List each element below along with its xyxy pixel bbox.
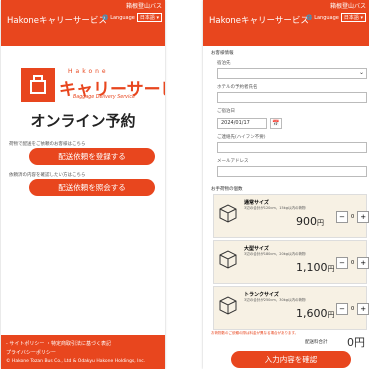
- globe-icon: 🌐: [305, 14, 313, 21]
- size-card-trunk: トランクサイズ 3辺の合計が250cm、30kg以内の荷物 1,600円 − 0…: [213, 286, 369, 330]
- quantity-stepper[interactable]: − 0 +: [336, 257, 369, 269]
- phone-field[interactable]: [217, 142, 367, 153]
- language-select[interactable]: 日本語 ▾: [136, 13, 162, 22]
- confirm-input-button[interactable]: 入力内容を確認: [231, 351, 351, 368]
- notice-text: お荷物数のご依頼の際は料金が異なる場合があります。: [211, 331, 299, 335]
- plus-button[interactable]: +: [357, 257, 369, 269]
- service-logo: Hakone キャリーサービス Baggage Delivery Service: [21, 68, 165, 102]
- site-title[interactable]: Hakoneキャリーサービス: [7, 14, 107, 26]
- language-selector[interactable]: 🌐 Language 日本語 ▾: [102, 13, 162, 22]
- email-label: メールアドレス: [217, 159, 249, 164]
- page-title: オンライン予約: [30, 112, 136, 130]
- size-price: 1,100円: [296, 261, 335, 274]
- size-name: 通常サイズ: [244, 200, 269, 206]
- customer-info-heading: お客様情報: [211, 51, 234, 56]
- box-icon: [219, 204, 237, 223]
- operator-label: 箱根登山バス: [125, 3, 162, 10]
- logo-subtitle: Baggage Delivery Service: [73, 95, 135, 100]
- total-value: 0円: [347, 336, 365, 349]
- privacy-policy-link[interactable]: プライバシーポリシー: [6, 349, 56, 356]
- total-label: 配送料合計: [305, 340, 328, 345]
- reserver-name-field[interactable]: [217, 92, 367, 103]
- order-form-screen: 箱根登山バス Hakoneキャリーサービス 🌐 Language 日本語 ▾ お…: [203, 0, 369, 369]
- top-page-screen: 箱根登山バス Hakoneキャリーサービス 🌐 Language 日本語 ▾ H…: [1, 0, 165, 369]
- minus-button[interactable]: −: [336, 257, 348, 269]
- stay-date-field[interactable]: 2024/01/17: [217, 118, 267, 129]
- size-spec: 3辺の合計が120cm、15kg以内の荷物: [244, 206, 306, 210]
- globe-icon: 🌐: [101, 14, 109, 21]
- quantity-value: 0: [351, 214, 355, 220]
- phone-label: ご連絡先(ハイフン不要): [217, 135, 266, 140]
- language-label: Language: [110, 14, 135, 21]
- box-icon: [219, 250, 237, 269]
- size-spec: 3辺の合計が180cm、20kg以内の荷物: [244, 252, 306, 256]
- register-hint: 荷物で配送をご依頼のお客様はこちら: [9, 142, 86, 147]
- email-field[interactable]: [217, 166, 367, 177]
- quantity-value: 0: [351, 306, 355, 312]
- size-name: トランクサイズ: [244, 292, 279, 298]
- language-value: 日本語: [343, 15, 359, 21]
- size-spec: 3辺の合計が250cm、30kg以内の荷物: [244, 298, 306, 302]
- hotel-label: 宿泊先: [217, 61, 231, 66]
- hotel-select[interactable]: ⌄: [217, 68, 367, 79]
- language-select[interactable]: 日本語 ▾: [340, 13, 366, 22]
- size-price: 900円: [296, 215, 324, 228]
- plus-button[interactable]: +: [357, 303, 369, 315]
- size-card-normal: 通常サイズ 3辺の合計が120cm、15kg以内の荷物 900円 − 0 +: [213, 194, 369, 238]
- footer-links[interactable]: - サイトポリシー ・特定商取引法に基づく表記: [6, 340, 111, 347]
- stay-date-label: ご宿泊日: [217, 109, 235, 114]
- register-delivery-button[interactable]: 配送依頼を登録する: [29, 148, 155, 165]
- size-price: 1,600円: [296, 307, 335, 320]
- operator-label: 箱根登山バス: [329, 3, 366, 10]
- quantity-value: 0: [351, 260, 355, 266]
- site-title[interactable]: Hakoneキャリーサービス: [209, 14, 309, 26]
- minus-button[interactable]: −: [336, 211, 348, 223]
- stay-date-value: 2024/01/17: [221, 120, 250, 126]
- quantity-stepper[interactable]: − 0 +: [336, 211, 369, 223]
- minus-button[interactable]: −: [336, 303, 348, 315]
- confirm-hint: 依頼済の内容を確認したい方はこちら: [9, 173, 86, 178]
- chevron-down-icon: ⌄: [358, 69, 364, 76]
- header-bar: 箱根登山バス Hakoneキャリーサービス 🌐 Language 日本語 ▾: [203, 0, 369, 46]
- box-icon: [219, 296, 237, 315]
- inquire-delivery-button[interactable]: 配送依頼を照会する: [29, 179, 155, 196]
- plus-button[interactable]: +: [357, 211, 369, 223]
- size-name: 大型サイズ: [244, 246, 269, 252]
- luggage-count-heading: お手荷物の個数: [211, 187, 243, 192]
- calendar-icon[interactable]: 📅: [270, 118, 282, 129]
- footer: - サイトポリシー ・特定商取引法に基づく表記 プライバシーポリシー © Hak…: [1, 335, 165, 369]
- language-label: Language: [314, 14, 339, 21]
- copyright: © Hakone Tozan Bus Co., Ltd & Odakyu Hak…: [6, 359, 146, 364]
- header-bar: 箱根登山バス Hakoneキャリーサービス 🌐 Language 日本語 ▾: [1, 0, 165, 46]
- luggage-icon: [21, 68, 55, 102]
- language-value: 日本語: [139, 15, 155, 21]
- quantity-stepper[interactable]: − 0 +: [336, 303, 369, 315]
- size-card-large: 大型サイズ 3辺の合計が180cm、20kg以内の荷物 1,100円 − 0 +: [213, 240, 369, 284]
- logo-brand: Hakone: [68, 68, 109, 75]
- reserver-name-label: ホテルの予約者氏名: [217, 85, 258, 90]
- language-selector[interactable]: 🌐 Language 日本語 ▾: [306, 13, 366, 22]
